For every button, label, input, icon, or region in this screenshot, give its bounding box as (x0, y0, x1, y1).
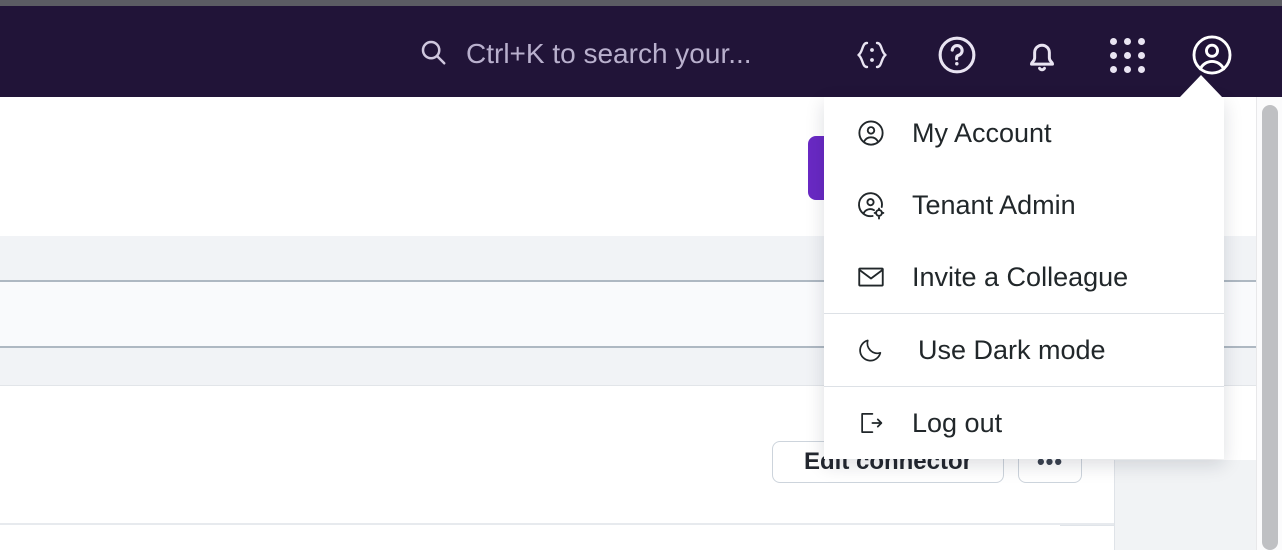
menu-item-dark-mode[interactable]: Use Dark mode (824, 314, 1224, 386)
code-braces-icon[interactable] (848, 31, 896, 79)
menu-item-tenant-admin-label: Tenant Admin (912, 189, 1076, 220)
global-search[interactable]: Ctrl+K to search your... (418, 32, 752, 76)
app-switcher-grid-icon[interactable] (1103, 31, 1151, 79)
menu-item-log-out[interactable]: Log out (824, 387, 1224, 459)
vertical-scrollbar-thumb[interactable] (1262, 105, 1278, 550)
logout-icon (856, 408, 886, 438)
user-avatar-icon[interactable] (1188, 31, 1236, 79)
search-icon (418, 37, 448, 72)
menu-item-invite-colleague[interactable]: Invite a Colleague (824, 241, 1224, 313)
side-rule (1060, 525, 1115, 526)
top-nav-icon-group (848, 31, 1236, 79)
menu-item-tenant-admin[interactable]: Tenant Admin (824, 169, 1224, 241)
help-circle-icon[interactable] (933, 31, 981, 79)
account-menu-caret (1180, 75, 1222, 97)
menu-item-my-account-label: My Account (912, 117, 1052, 148)
moon-icon (856, 335, 886, 365)
tenant-admin-icon (856, 190, 886, 220)
search-input[interactable]: Ctrl+K to search your... (466, 38, 752, 70)
side-panel (1115, 460, 1268, 550)
top-navigation-bar: Ctrl+K to search your... (0, 6, 1282, 97)
user-circle-icon (856, 118, 886, 148)
envelope-icon (856, 262, 886, 292)
menu-item-dark-mode-label: Use Dark mode (918, 334, 1106, 365)
menu-item-my-account[interactable]: My Account (824, 97, 1224, 169)
side-panel-divider (1114, 460, 1115, 550)
menu-item-log-out-label: Log out (912, 407, 1003, 438)
account-menu: My Account Tenant Admin Invite a Colleag… (824, 97, 1224, 459)
menu-item-invite-colleague-label: Invite a Colleague (912, 261, 1129, 292)
notifications-bell-icon[interactable] (1018, 31, 1066, 79)
